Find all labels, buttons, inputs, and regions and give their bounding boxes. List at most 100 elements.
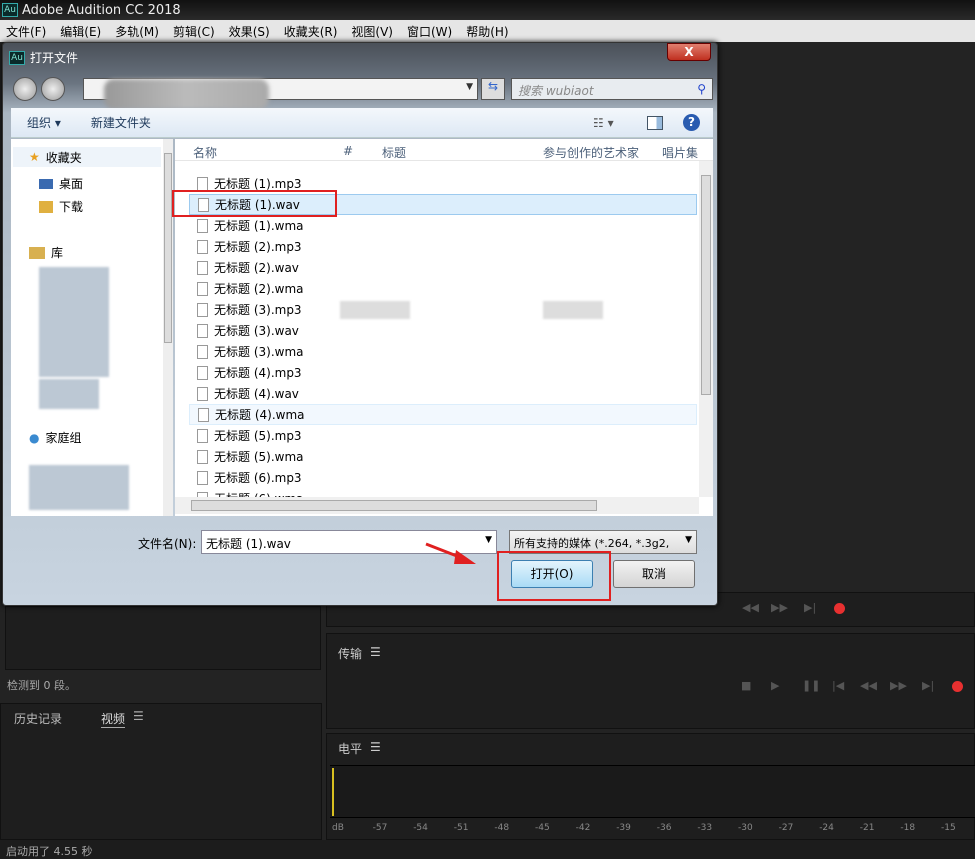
column-artist[interactable]: 参与创作的艺术家 xyxy=(543,144,639,161)
skip-start-icon[interactable]: |◀ xyxy=(832,679,844,692)
file-name: 无标题 (3).mp3 xyxy=(214,303,302,317)
back-button[interactable] xyxy=(13,77,37,101)
level-tick-label: -39 xyxy=(616,823,631,833)
downloads-folder-icon xyxy=(39,200,53,213)
record-icon[interactable] xyxy=(834,603,845,614)
filename-label: 文件名(N): xyxy=(138,537,197,551)
file-name: 无标题 (2).mp3 xyxy=(214,240,302,254)
address-bar[interactable]: ▼ xyxy=(83,78,478,109)
nav-libraries[interactable]: 库 xyxy=(29,244,63,261)
file-row[interactable]: 无标题 (3).wma xyxy=(189,341,697,362)
forward-button[interactable] xyxy=(41,77,65,101)
panel-menu-icon[interactable]: ☰ xyxy=(370,740,381,757)
new-folder-button[interactable]: 新建文件夹 xyxy=(91,114,151,131)
file-icon xyxy=(197,344,208,359)
nav-homegroup[interactable]: ● 家庭组 xyxy=(29,429,82,446)
nav-downloads[interactable]: 下载 xyxy=(39,198,83,215)
level-tick-label: -57 xyxy=(372,823,388,833)
panel-menu-icon[interactable]: ☰ xyxy=(133,709,144,723)
menu-item[interactable]: 帮助(H) xyxy=(466,23,508,40)
refresh-button[interactable]: ⇆ xyxy=(481,78,505,100)
close-button[interactable]: X xyxy=(667,43,711,61)
fast-forward-icon[interactable]: ▶▶ xyxy=(890,679,907,692)
file-icon xyxy=(197,365,208,380)
file-name: 无标题 (4).mp3 xyxy=(214,366,302,380)
file-row[interactable]: 无标题 (6).mp3 xyxy=(189,467,697,488)
column-title[interactable]: 标题 xyxy=(382,144,406,161)
file-row[interactable]: 无标题 (3).mp3 xyxy=(189,299,697,320)
chevron-down-icon: ▼ xyxy=(485,535,492,545)
skip-end-icon[interactable]: ▶| xyxy=(922,679,934,692)
preview-pane-icon[interactable] xyxy=(647,115,663,130)
audition-logo-icon: Au xyxy=(9,50,25,65)
menu-item[interactable]: 剪辑(C) xyxy=(173,23,215,40)
file-name: 无标题 (4).wav xyxy=(214,387,299,401)
menu-item[interactable]: 视图(V) xyxy=(351,23,393,40)
file-row[interactable]: 无标题 (2).wav xyxy=(189,257,697,278)
chevron-down-icon: ▼ xyxy=(685,535,692,545)
app-title-bar: Au Adobe Audition CC 2018 xyxy=(0,0,975,20)
status-bar-text: 启动用了 4.55 秒 xyxy=(6,845,93,858)
left-panel xyxy=(5,606,321,670)
stop-icon[interactable]: ■ xyxy=(741,679,751,692)
file-icon xyxy=(197,428,208,443)
horizontal-scrollbar[interactable] xyxy=(175,497,699,514)
level-tick-label: -54 xyxy=(413,823,428,833)
tab-video[interactable]: 视频 xyxy=(101,710,126,728)
menu-item[interactable]: 效果(S) xyxy=(229,23,270,40)
file-row[interactable]: 无标题 (1).wma xyxy=(189,215,697,236)
record-icon[interactable] xyxy=(952,681,963,692)
help-icon[interactable]: ? xyxy=(683,114,700,131)
organize-button[interactable]: 组织 ▾ xyxy=(27,114,61,131)
dialog-title: 打开文件 xyxy=(30,51,79,65)
menu-item[interactable]: 编辑(E) xyxy=(60,23,101,40)
search-input[interactable]: 搜索 wubiaot ⚲ xyxy=(511,78,713,100)
file-list-scrollbar[interactable] xyxy=(699,161,713,497)
column-number[interactable]: # xyxy=(343,144,353,158)
nav-desktop[interactable]: 桌面 xyxy=(39,175,83,192)
view-options-icon[interactable]: ☷ ▾ xyxy=(593,116,614,130)
menu-item[interactable]: 文件(F) xyxy=(6,23,46,40)
navigation-pane: ★ 收藏夹 桌面 下载 库 ● 家庭组 xyxy=(11,139,173,516)
level-tick-label: -24 xyxy=(819,823,834,833)
file-name: 无标题 (5).mp3 xyxy=(214,429,302,443)
menu-item[interactable]: 收藏夹(R) xyxy=(284,23,338,40)
level-tick-label: -36 xyxy=(656,823,672,833)
tab-history[interactable]: 历史记录 xyxy=(14,710,62,727)
file-icon xyxy=(197,323,208,338)
homegroup-icon: ● xyxy=(29,430,40,445)
file-icon xyxy=(197,239,208,254)
file-name: 无标题 (1).wma xyxy=(214,219,304,233)
menu-item[interactable]: 多轨(M) xyxy=(115,23,159,40)
file-row[interactable]: 无标题 (4).wma xyxy=(189,404,697,425)
level-tick-label: -18 xyxy=(900,823,916,833)
file-name: 无标题 (2).wav xyxy=(214,261,299,275)
cancel-button[interactable]: 取消 xyxy=(613,560,695,588)
file-row[interactable]: 无标题 (2).mp3 xyxy=(189,236,697,257)
file-row[interactable]: 无标题 (2).wma xyxy=(189,278,697,299)
file-row[interactable]: 无标题 (4).wav xyxy=(189,383,697,404)
file-icon xyxy=(197,302,208,317)
file-name: 无标题 (5).wma xyxy=(214,450,304,464)
file-icon xyxy=(197,260,208,275)
file-row[interactable]: 无标题 (4).mp3 xyxy=(189,362,697,383)
file-row[interactable]: 无标题 (3).wav xyxy=(189,320,697,341)
level-tick-label: -42 xyxy=(575,823,591,833)
panel-menu-icon[interactable]: ☰ xyxy=(370,645,381,662)
nav-favorites[interactable]: ★ 收藏夹 xyxy=(13,147,161,167)
rewind-icon[interactable]: ◀◀ xyxy=(860,679,877,692)
level-tick-label: -33 xyxy=(697,823,713,833)
file-row[interactable]: 无标题 (5).wma xyxy=(189,446,697,467)
chevron-down-icon[interactable]: ▼ xyxy=(466,82,473,92)
pause-icon[interactable]: ❚❚ xyxy=(802,679,820,692)
menu-item[interactable]: 窗口(W) xyxy=(407,23,452,40)
column-name[interactable]: 名称 xyxy=(193,144,217,161)
play-icon[interactable]: ▶ xyxy=(771,679,779,692)
transport-panel xyxy=(326,633,975,729)
column-album[interactable]: 唱片集 xyxy=(662,144,698,161)
file-row[interactable]: 无标题 (5).mp3 xyxy=(189,425,697,446)
transport-title: 传输 xyxy=(338,647,363,661)
level-tick-label: -21 xyxy=(859,823,875,833)
level-meter xyxy=(330,765,975,818)
highlight-box xyxy=(497,551,611,601)
